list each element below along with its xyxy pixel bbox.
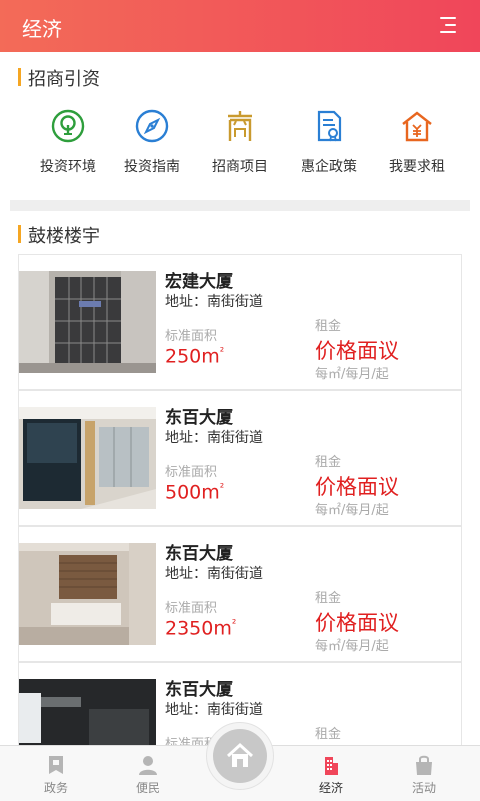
rent-label: 租金 (315, 591, 342, 606)
category-investment-projects[interactable]: 招商项目 (192, 108, 288, 176)
category-label: 投资环境 (40, 159, 96, 175)
building-photo (19, 271, 156, 373)
building-name: 宏建大厦 (165, 272, 233, 292)
category-investment-guide[interactable]: 投资指南 (104, 108, 200, 176)
area-label: 标准面积 (165, 465, 218, 480)
tab-label: 经济 (318, 781, 343, 795)
rent-value: 价格面议 (315, 611, 399, 635)
area-unit-sup: ² (219, 345, 225, 358)
building-address: 地址：南街街道 (165, 430, 263, 446)
building-card[interactable]: 东百大厦 地址：南街街道 标准面积 2350m² 租金 价格面议 每㎡/每月/起 (18, 526, 462, 662)
building-address: 地址：南街街道 (165, 294, 263, 310)
building-card[interactable]: 宏建大厦 地址：南街街道 标准面积 250m² 租金 价格面议 每㎡/每月/起 (18, 254, 462, 390)
category-label: 投资指南 (124, 159, 180, 175)
category-rent-request[interactable]: 我要求租 (369, 108, 465, 176)
area-value: 500m² (165, 481, 224, 503)
document-icon (317, 110, 342, 142)
rent-value: 价格面议 (315, 475, 399, 499)
rent-unit: 每㎡/每月/起 (315, 503, 389, 518)
rent-unit: 每㎡/每月/起 (315, 639, 389, 654)
tab-government[interactable]: 政务 (8, 746, 104, 801)
building-photo (19, 407, 156, 509)
area-number: 250m (165, 345, 220, 368)
building-address: 地址：南街街道 (165, 566, 263, 582)
shang-icon (228, 111, 252, 141)
section-title: 鼓楼楼宇 (28, 226, 100, 247)
buildings-section-header: 鼓楼楼宇 (0, 213, 480, 253)
building-card[interactable]: 东百大厦 地址：南街街道 标准面积 500m² 租金 价格面议 每㎡/每月/起 (18, 390, 462, 526)
tab-economy[interactable]: 经济 (283, 746, 379, 801)
rent-label: 租金 (315, 319, 342, 334)
area-value: 2350m² (165, 617, 236, 639)
rent-unit: 每㎡/每月/起 (315, 367, 389, 382)
building-photo (19, 543, 156, 645)
home-button[interactable] (206, 722, 274, 790)
section-accent-bar (18, 225, 21, 243)
rent-value: 价格面议 (315, 339, 399, 363)
app-header: 经济 (0, 0, 480, 52)
building-icon (325, 757, 338, 775)
area-unit-sup: ² (219, 481, 225, 494)
category-investment-environment[interactable]: 投资环境 (20, 108, 116, 176)
section-accent-bar (18, 68, 21, 86)
building-address: 地址：南街街道 (165, 702, 263, 718)
section-title: 招商引资 (28, 69, 100, 90)
house-yuan-icon (402, 111, 432, 142)
home-button-inner (213, 729, 267, 783)
area-value: 250m² (165, 345, 224, 367)
tab-label: 政务 (43, 781, 68, 795)
bag-icon (416, 755, 432, 775)
tab-activities[interactable]: 活动 (376, 746, 472, 801)
government-icon (49, 756, 63, 774)
investment-section-header: 招商引资 (0, 56, 480, 96)
tree-icon (51, 109, 85, 143)
tab-label: 活动 (411, 781, 436, 795)
category-label: 惠企政策 (301, 159, 357, 175)
compass-icon (135, 109, 169, 143)
rent-label: 租金 (315, 455, 342, 470)
area-label: 标准面积 (165, 329, 218, 344)
tab-convenience[interactable]: 便民 (100, 746, 196, 801)
area-unit-sup: ² (231, 617, 237, 630)
menu-icon[interactable] (438, 17, 456, 35)
building-name: 东百大厦 (165, 680, 233, 700)
page-title: 经济 (22, 17, 62, 41)
area-label: 标准面积 (165, 601, 218, 616)
area-number: 500m (165, 481, 220, 504)
tab-label: 便民 (135, 781, 160, 795)
investment-categories: 投资环境 投资指南 招商项目 惠企政策 我要求租 (0, 108, 480, 188)
building-name: 东百大厦 (165, 408, 233, 428)
area-number: 2350m (165, 617, 232, 640)
category-label: 招商项目 (212, 159, 268, 175)
category-label: 我要求租 (389, 159, 445, 175)
rent-label: 租金 (315, 727, 342, 742)
person-icon (139, 756, 157, 775)
category-business-policy[interactable]: 惠企政策 (281, 108, 377, 176)
section-divider (10, 200, 470, 211)
building-name: 东百大厦 (165, 544, 233, 564)
home-icon (226, 742, 254, 767)
